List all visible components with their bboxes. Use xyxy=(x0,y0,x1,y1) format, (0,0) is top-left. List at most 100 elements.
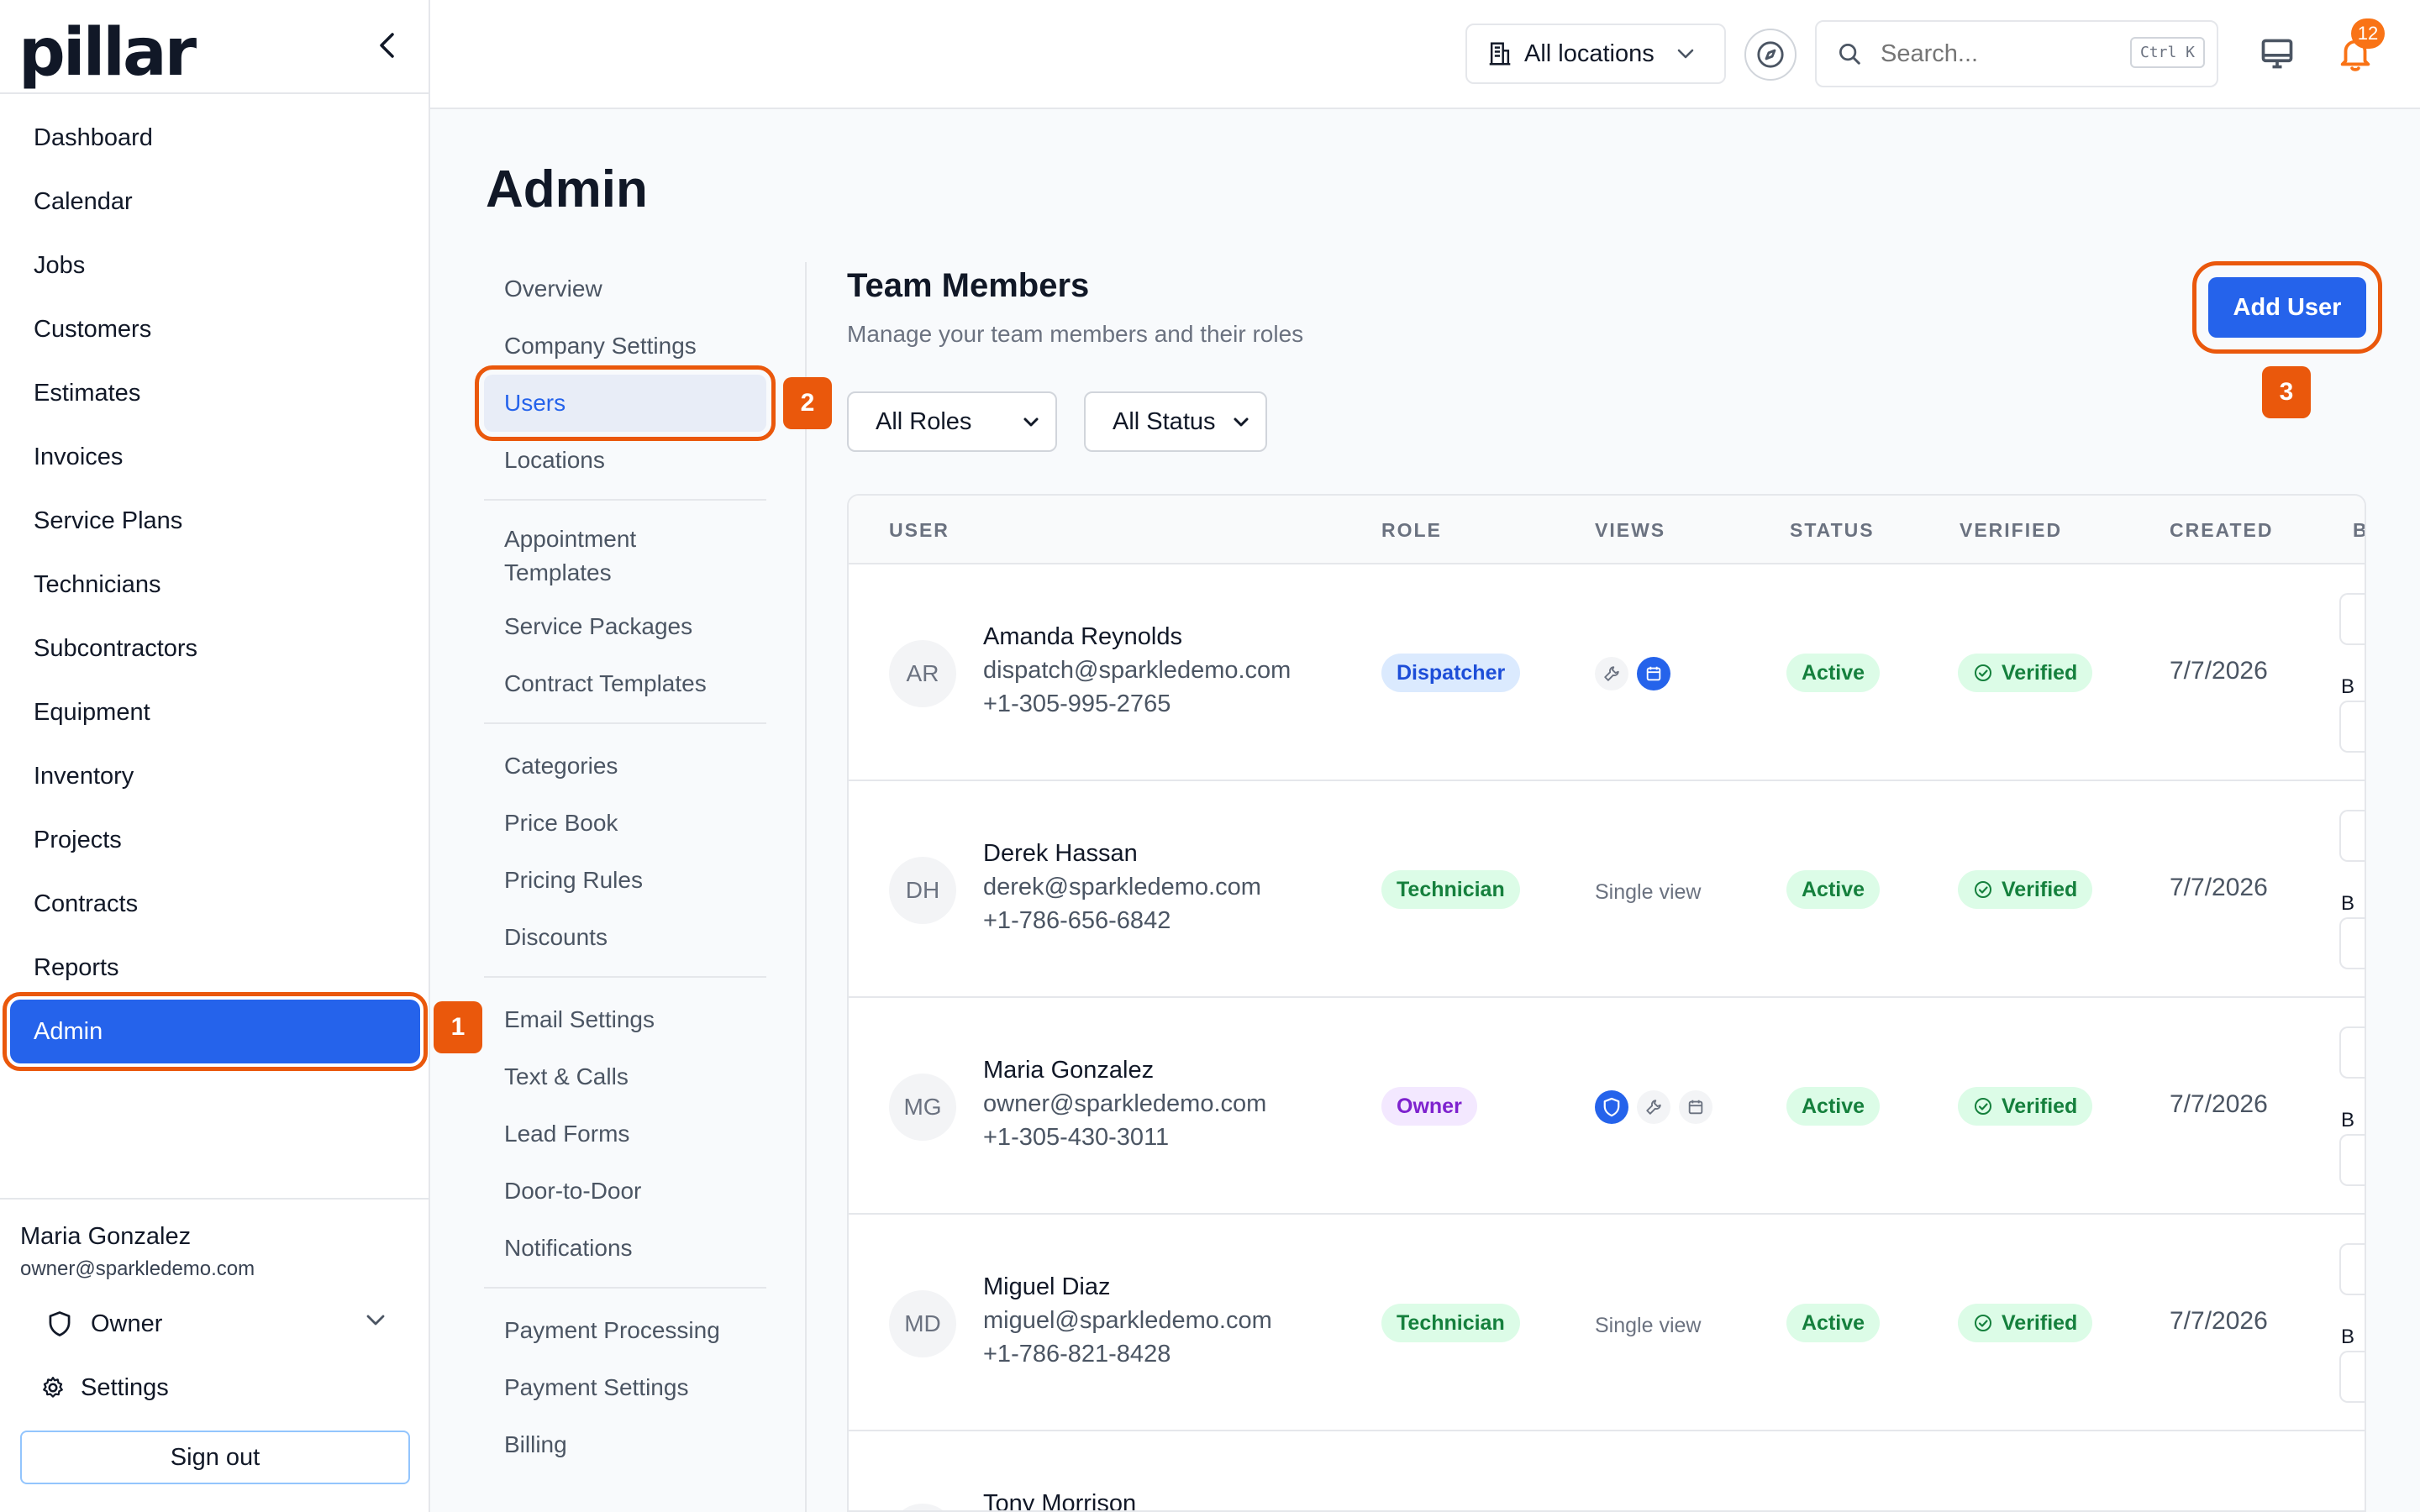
sidebar-item-contracts[interactable]: Contracts xyxy=(10,872,420,936)
search-input[interactable] xyxy=(1881,39,2116,68)
column-header-user[interactable]: USER xyxy=(889,519,950,542)
pillar-logo[interactable]: pillar xyxy=(18,15,197,91)
user-name[interactable]: Derek Hassan xyxy=(983,840,1138,868)
row-action-button[interactable] xyxy=(2339,1134,2365,1186)
subnav-item-notifications[interactable]: Notifications xyxy=(484,1220,766,1277)
created-date: 7/7/2026 xyxy=(2170,657,2268,685)
views-icons xyxy=(1595,1090,1712,1124)
chevron-down-icon xyxy=(366,1315,385,1326)
collapse-sidebar-button[interactable] xyxy=(370,29,403,62)
subnav-item-service-packages[interactable]: Service Packages xyxy=(484,598,766,655)
row-action-button[interactable] xyxy=(2339,1026,2365,1079)
subnav-item-lead-forms[interactable]: Lead Forms xyxy=(484,1105,766,1163)
table-row[interactable]: TM Tony Morrison xyxy=(849,1431,2365,1510)
calendar-icon[interactable] xyxy=(1679,1090,1712,1124)
column-header-cutoff: B xyxy=(2353,519,2365,542)
subnav-item-payment-settings[interactable]: Payment Settings xyxy=(484,1359,766,1416)
row-action-button[interactable] xyxy=(2339,917,2365,969)
subnav-item-discounts[interactable]: Discounts xyxy=(484,909,766,966)
table-row[interactable]: DH Derek Hassan derek@sparkledemo.com +1-78… xyxy=(849,781,2365,998)
status-filter-select[interactable]: All Status xyxy=(1084,391,1267,452)
table-row[interactable]: MD Miguel Diaz miguel@sparkledemo.com +1-78… xyxy=(849,1215,2365,1431)
sidebar-item-dashboard[interactable]: Dashboard xyxy=(10,106,420,170)
sidebar-item-customers[interactable]: Customers xyxy=(10,297,420,361)
subnav-item-overview[interactable]: Overview xyxy=(484,260,766,318)
display-mode-button[interactable] xyxy=(2259,35,2296,72)
role-badge: Dispatcher xyxy=(1381,654,1521,692)
subnav-divider xyxy=(805,262,807,1512)
add-user-button[interactable]: Add User xyxy=(2192,261,2382,354)
subnav-item-price-book[interactable]: Price Book xyxy=(484,795,766,852)
column-header-role[interactable]: ROLE xyxy=(1381,519,1442,542)
location-label: All locations xyxy=(1524,39,1655,67)
views-summary: Single view xyxy=(1595,880,1702,904)
subnav-item-locations[interactable]: Locations xyxy=(484,432,766,489)
global-search[interactable]: Ctrl K xyxy=(1815,20,2218,87)
role-filter-select[interactable]: All Roles xyxy=(847,391,1057,452)
settings-link[interactable]: Settings xyxy=(20,1358,410,1417)
subnav-item-users[interactable]: Users xyxy=(475,365,776,441)
row-action-button[interactable] xyxy=(2339,1243,2365,1295)
sidebar-item-subcontractors[interactable]: Subcontractors xyxy=(10,617,420,680)
subnav-item-company-settings[interactable]: Company Settings xyxy=(484,318,766,375)
subnav-item-door-to-door[interactable]: Door-to-Door xyxy=(484,1163,766,1220)
column-header-created[interactable]: CREATED xyxy=(2170,519,2273,542)
user-phone: +1-786-821-8428 xyxy=(983,1341,1171,1368)
subnav-item-contract-templates[interactable]: Contract Templates xyxy=(484,655,766,712)
wrench-icon[interactable] xyxy=(1637,1090,1670,1124)
subnav-item-payment-processing[interactable]: Payment Processing xyxy=(484,1302,766,1359)
created-date: 7/7/2026 xyxy=(2170,1307,2268,1335)
row-action-button[interactable] xyxy=(2339,810,2365,862)
user-avatar: TM xyxy=(889,1504,956,1510)
topbar: All locations Ctrl K 12 xyxy=(430,0,2420,109)
sidebar-item-service-plans[interactable]: Service Plans xyxy=(10,489,420,553)
sign-out-button[interactable]: Sign out xyxy=(20,1431,410,1484)
user-email: miguel@sparkledemo.com xyxy=(983,1307,1272,1334)
sidebar: pillar Dashboard Calendar Jobs Customers Est… xyxy=(0,0,430,1512)
row-action-button[interactable] xyxy=(2339,1351,2365,1403)
calendar-icon[interactable] xyxy=(1637,657,1670,690)
sidebar-item-invoices[interactable]: Invoices xyxy=(10,425,420,489)
sidebar-item-reports[interactable]: Reports xyxy=(10,936,420,1000)
search-icon xyxy=(1839,44,1860,65)
sidebar-item-admin[interactable]: Admin xyxy=(3,992,428,1071)
user-avatar: AR xyxy=(889,640,956,707)
role-switcher[interactable]: Owner xyxy=(20,1289,410,1358)
sidebar-item-projects[interactable]: Projects xyxy=(10,808,420,872)
sidebar-item-equipment[interactable]: Equipment xyxy=(10,680,420,744)
location-selector[interactable]: All locations xyxy=(1465,24,1726,84)
row-action-button[interactable] xyxy=(2339,701,2365,753)
subnav-item-text-and-calls[interactable]: Text & Calls xyxy=(484,1048,766,1105)
subnav-separator xyxy=(484,499,766,501)
role-badge: Technician xyxy=(1381,1304,1520,1342)
table-row[interactable]: AR Amanda Reynolds dispatch@sparkledemo.co… xyxy=(849,564,2365,781)
check-circle-icon xyxy=(1973,663,1993,683)
sidebar-item-calendar[interactable]: Calendar xyxy=(10,170,420,234)
user-name[interactable]: Tony Morrison xyxy=(983,1490,1136,1510)
compass-button[interactable] xyxy=(1744,29,1797,81)
user-avatar: MG xyxy=(889,1074,956,1141)
user-name[interactable]: Miguel Diaz xyxy=(983,1273,1111,1301)
verified-badge: Verified xyxy=(1958,654,2093,692)
user-name[interactable]: Amanda Reynolds xyxy=(983,623,1182,651)
column-header-verified[interactable]: VERIFIED xyxy=(1960,519,2062,542)
wrench-icon[interactable] xyxy=(1595,657,1628,690)
column-header-views[interactable]: VIEWS xyxy=(1595,519,1665,542)
sidebar-item-jobs[interactable]: Jobs xyxy=(10,234,420,297)
subnav-item-categories[interactable]: Categories xyxy=(484,738,766,795)
sidebar-item-estimates[interactable]: Estimates xyxy=(10,361,420,425)
user-name[interactable]: Maria Gonzalez xyxy=(983,1057,1154,1084)
subnav-item-email-settings[interactable]: Email Settings xyxy=(484,991,766,1048)
row-action-button[interactable] xyxy=(2339,593,2365,645)
sidebar-item-technicians[interactable]: Technicians xyxy=(10,553,420,617)
callout-step-2: 2 xyxy=(783,377,832,429)
table-body: AR Amanda Reynolds dispatch@sparkledemo.co… xyxy=(849,564,2365,1510)
table-row[interactable]: MG Maria Gonzalez owner@sparkledemo.com +1-… xyxy=(849,998,2365,1215)
column-header-status[interactable]: STATUS xyxy=(1790,519,1875,542)
subnav-item-billing[interactable]: Billing xyxy=(484,1416,766,1473)
sidebar-item-inventory[interactable]: Inventory xyxy=(10,744,420,808)
shield-icon[interactable] xyxy=(1595,1090,1628,1124)
subnav-item-pricing-rules[interactable]: Pricing Rules xyxy=(484,852,766,909)
subnav-item-appointment-templates[interactable]: Appointment Templates xyxy=(484,514,677,598)
current-user-name: Maria Gonzalez xyxy=(20,1223,192,1250)
